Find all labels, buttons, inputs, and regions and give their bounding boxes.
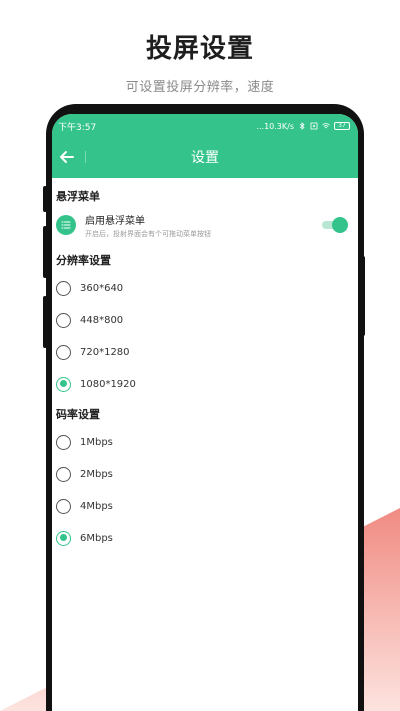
section-bitrate: 码率设置: [56, 408, 100, 421]
radio-label: 448*800: [80, 314, 124, 326]
network-speed: ...10.3K/s: [256, 121, 294, 131]
section-resolution: 分辨率设置: [56, 254, 111, 267]
toolbar-divider: [85, 151, 86, 163]
battery-icon: 37: [334, 122, 350, 130]
radio-label: 4Mbps: [80, 500, 113, 512]
float-menu-label: 启用悬浮菜单: [85, 215, 145, 227]
list-icon: [56, 215, 76, 235]
toggle-knob: [332, 217, 348, 233]
resolution-option-448[interactable]: 448*800: [52, 304, 358, 336]
bitrate-option-1mbps[interactable]: 1Mbps: [52, 426, 358, 458]
promo-title: 投屏设置: [145, 34, 254, 64]
bitrate-option-2mbps[interactable]: 2Mbps: [52, 458, 358, 490]
status-icons: ...10.3K/s 37: [256, 122, 350, 131]
radio-button[interactable]: [56, 344, 71, 360]
toolbar: 设置: [52, 142, 358, 172]
app-header: 下午3:57 ...10.3K/s 37 设置: [52, 114, 358, 178]
radio-label: 2Mbps: [80, 468, 113, 480]
radio-label: 360*640: [80, 282, 124, 294]
status-bar: 下午3:57 ...10.3K/s 37: [58, 119, 350, 133]
bitrate-option-6mbps[interactable]: 6Mbps: [52, 522, 358, 554]
bitrate-option-4mbps[interactable]: 4Mbps: [52, 490, 358, 522]
phone-side-button: [361, 256, 365, 336]
back-arrow-icon[interactable]: [56, 146, 78, 168]
status-time: 下午3:57: [58, 122, 97, 133]
resolution-option-720[interactable]: 720*1280: [52, 336, 358, 368]
resolution-options: 360*640 448*800 720*1280 1080*1920: [52, 272, 358, 400]
float-menu-description: 开启后，投射界面会有个可拖动菜单按钮: [85, 229, 211, 238]
phone-screen: 下午3:57 ...10.3K/s 37 设置 悬浮菜单 启用悬浮菜单 开启后，…: [52, 114, 358, 711]
radio-button[interactable]: [56, 434, 71, 450]
sim-icon: [310, 122, 318, 130]
section-float-menu: 悬浮菜单: [56, 190, 100, 203]
float-menu-texts: 启用悬浮菜单 开启后，投射界面会有个可拖动菜单按钮: [85, 212, 211, 239]
bitrate-options: 1Mbps 2Mbps 4Mbps 6Mbps: [52, 426, 358, 554]
phone-side-button: [43, 226, 47, 278]
bluetooth-icon: [299, 122, 305, 130]
float-menu-toggle[interactable]: [322, 217, 348, 233]
page-title: 设置: [191, 150, 219, 166]
promo-screen: 投屏设置 可设置投屏分辨率，速度 下午3:57 ...10.3K/s 37 设置…: [0, 0, 400, 711]
phone-side-button: [43, 296, 47, 348]
radio-button[interactable]: [56, 280, 71, 296]
radio-label: 6Mbps: [80, 532, 113, 544]
radio-button[interactable]: [56, 312, 71, 328]
wifi-icon: [322, 123, 330, 129]
radio-label: 720*1280: [80, 346, 130, 358]
radio-button[interactable]: [56, 466, 71, 482]
phone-side-button: [43, 186, 47, 212]
promo-subtitle: 可设置投屏分辨率，速度: [125, 80, 275, 95]
resolution-option-1080[interactable]: 1080*1920: [52, 368, 358, 400]
radio-button[interactable]: [56, 498, 71, 514]
radio-button-checked[interactable]: [56, 530, 71, 546]
radio-label: 1Mbps: [80, 436, 113, 448]
radio-label: 1080*1920: [80, 378, 136, 390]
resolution-option-360[interactable]: 360*640: [52, 272, 358, 304]
float-menu-row[interactable]: 启用悬浮菜单 开启后，投射界面会有个可拖动菜单按钮: [52, 202, 358, 248]
radio-button-checked[interactable]: [56, 376, 71, 392]
